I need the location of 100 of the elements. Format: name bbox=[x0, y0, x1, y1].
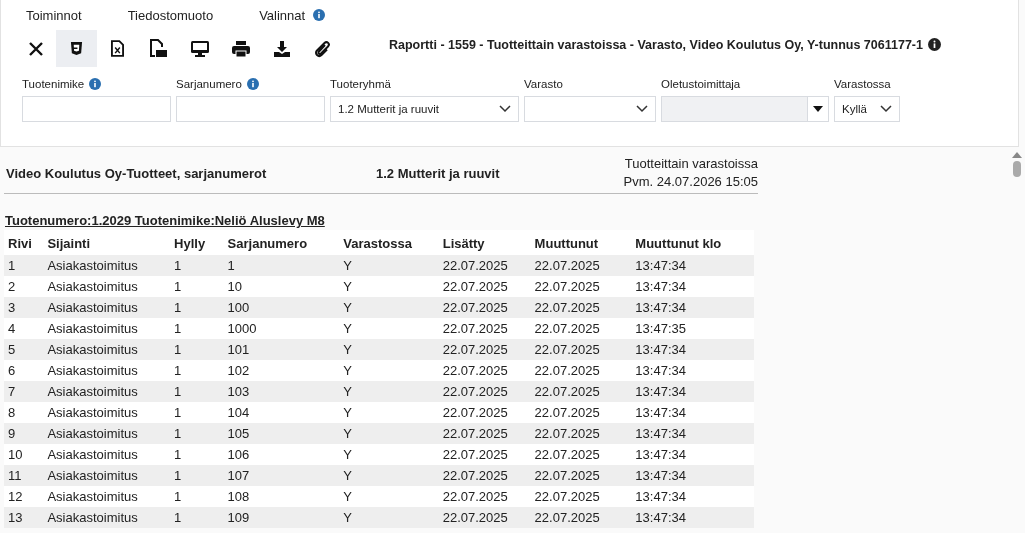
column-header: Sijainti bbox=[43, 230, 171, 255]
table-cell: 22.07.2025 bbox=[530, 318, 632, 339]
field-label: Tuoteryhmä bbox=[330, 78, 391, 90]
table-cell: 1 bbox=[170, 276, 224, 297]
report-group: 1.2 Mutterit ja ruuvit bbox=[376, 165, 624, 181]
table-cell: 22.07.2025 bbox=[438, 255, 531, 276]
table-cell: Y bbox=[339, 276, 439, 297]
table-cell: 1 bbox=[170, 507, 224, 528]
table-cell: 13:47:34 bbox=[631, 381, 754, 402]
table-cell: 1 bbox=[170, 255, 224, 276]
table-cell: 22.07.2025 bbox=[530, 423, 632, 444]
scroll-up-icon[interactable] bbox=[1012, 152, 1022, 158]
text-field[interactable] bbox=[22, 96, 171, 122]
table-cell: 22.07.2025 bbox=[530, 276, 632, 297]
table-cell: 11 bbox=[4, 465, 44, 486]
printer-icon bbox=[231, 40, 250, 57]
monitor-icon bbox=[190, 40, 209, 57]
dropdown[interactable]: 1.2 Mutterit ja ruuvit bbox=[330, 96, 519, 122]
table-cell: 13:47:34 bbox=[631, 507, 754, 528]
table-cell: Asiakastoimitus bbox=[43, 255, 171, 276]
field-label: Varastossa bbox=[834, 78, 891, 90]
table-cell: 1 bbox=[170, 423, 224, 444]
table-cell: 13:47:34 bbox=[631, 360, 754, 381]
table-cell: Y bbox=[339, 255, 439, 276]
paperclip-icon bbox=[313, 39, 332, 58]
chevron-icon bbox=[636, 105, 648, 113]
table-cell: 22.07.2025 bbox=[438, 402, 531, 423]
table-cell: 22.07.2025 bbox=[438, 381, 531, 402]
table-cell: Y bbox=[339, 318, 439, 339]
table-cell: 1 bbox=[170, 360, 224, 381]
table-cell: 105 bbox=[223, 423, 340, 444]
column-header: Muuttunut bbox=[530, 230, 632, 255]
table-cell: Asiakastoimitus bbox=[43, 402, 171, 423]
table-cell: 22.07.2025 bbox=[438, 465, 531, 486]
info-icon[interactable] bbox=[927, 38, 941, 51]
table-cell: Asiakastoimitus bbox=[43, 360, 171, 381]
table-cell: 2 bbox=[4, 276, 44, 297]
table-cell: 107 bbox=[223, 465, 340, 486]
scrollbar-thumb[interactable] bbox=[1013, 161, 1021, 177]
table-cell: 13:47:34 bbox=[631, 465, 754, 486]
table-cell: 22.07.2025 bbox=[530, 486, 632, 507]
table-cell: 13:47:34 bbox=[631, 255, 754, 276]
table-cell: 13:47:34 bbox=[631, 486, 754, 507]
text-field[interactable] bbox=[176, 96, 325, 122]
table-cell: 1 bbox=[170, 339, 224, 360]
product-heading: Tuotenumero:1.2029 Tuotenimike:Neliö Aluslevy M8 bbox=[4, 213, 326, 228]
chevron-icon bbox=[880, 105, 892, 113]
field-label: Sarjanumero bbox=[176, 78, 242, 90]
table-cell: Y bbox=[339, 402, 439, 423]
table-cell: 13:47:34 bbox=[631, 276, 754, 297]
table-cell: 13:47:34 bbox=[631, 444, 754, 465]
table-cell: 1 bbox=[170, 297, 224, 318]
column-header: Varastossa bbox=[339, 230, 439, 255]
column-header: Lisätty bbox=[438, 230, 531, 255]
table-cell: 22.07.2025 bbox=[438, 423, 531, 444]
table-cell: 108 bbox=[223, 486, 340, 507]
field-label: Tuotenimike bbox=[22, 78, 85, 90]
report-title: Raportti - 1559 - Tuotteittain varastoissa - Varasto, Video Koulutus Oy, Y-tunnus 7061177-1 bbox=[389, 37, 923, 52]
table-cell: 22.07.2025 bbox=[530, 339, 632, 360]
table-cell: 4 bbox=[4, 318, 44, 339]
table-cell: Y bbox=[339, 486, 439, 507]
table-cell: 22.07.2025 bbox=[438, 444, 531, 465]
column-header: Sarjanumero bbox=[223, 230, 340, 255]
table-cell: 22.07.2025 bbox=[438, 360, 531, 381]
table-cell: 22.07.2025 bbox=[530, 402, 632, 423]
table-cell: 22.07.2025 bbox=[530, 381, 632, 402]
chevron-icon bbox=[499, 105, 511, 113]
toolbar-button[interactable] bbox=[56, 30, 97, 67]
table-cell: 102 bbox=[223, 360, 340, 381]
table-cell: 22.07.2025 bbox=[530, 507, 632, 528]
table-cell: 1 bbox=[170, 402, 224, 423]
table-cell: Y bbox=[339, 339, 439, 360]
table-cell: 103 bbox=[223, 381, 340, 402]
table-cell: 22.07.2025 bbox=[530, 297, 632, 318]
table-cell: 22.07.2025 bbox=[530, 465, 632, 486]
menu-item[interactable]: Tiedostomuoto bbox=[127, 7, 214, 23]
report-company: Video Koulutus Oy-Tuotteet, sarjanumerot bbox=[5, 165, 268, 181]
table-cell: Asiakastoimitus bbox=[43, 507, 171, 528]
table-cell: Asiakastoimitus bbox=[43, 339, 171, 360]
table-cell: 22.07.2025 bbox=[530, 255, 632, 276]
menu-item[interactable]: Valinnat bbox=[259, 7, 306, 23]
column-header: Hylly bbox=[170, 230, 224, 255]
shield-icon bbox=[70, 41, 83, 56]
table-cell: 13:47:34 bbox=[631, 423, 754, 444]
table-cell: Asiakastoimitus bbox=[43, 276, 171, 297]
table-cell: 101 bbox=[223, 339, 340, 360]
table-cell: 22.07.2025 bbox=[438, 486, 531, 507]
pdf-file-icon bbox=[149, 39, 168, 58]
table-cell: 5 bbox=[4, 339, 44, 360]
download-icon bbox=[273, 40, 290, 57]
table-cell: Y bbox=[339, 507, 439, 528]
menu-item[interactable]: Toiminnot bbox=[26, 7, 82, 23]
table-cell: 22.07.2025 bbox=[438, 297, 531, 318]
table-cell: 8 bbox=[4, 402, 44, 423]
field-label: Oletustoimittaja bbox=[661, 78, 741, 90]
table-cell: 1 bbox=[170, 381, 224, 402]
dropdown[interactable]: Kyllä bbox=[834, 96, 900, 122]
report-date: Pvm. 24.07.2026 15:05 bbox=[623, 173, 758, 191]
close-icon bbox=[27, 40, 44, 57]
table-cell: Asiakastoimitus bbox=[43, 465, 171, 486]
